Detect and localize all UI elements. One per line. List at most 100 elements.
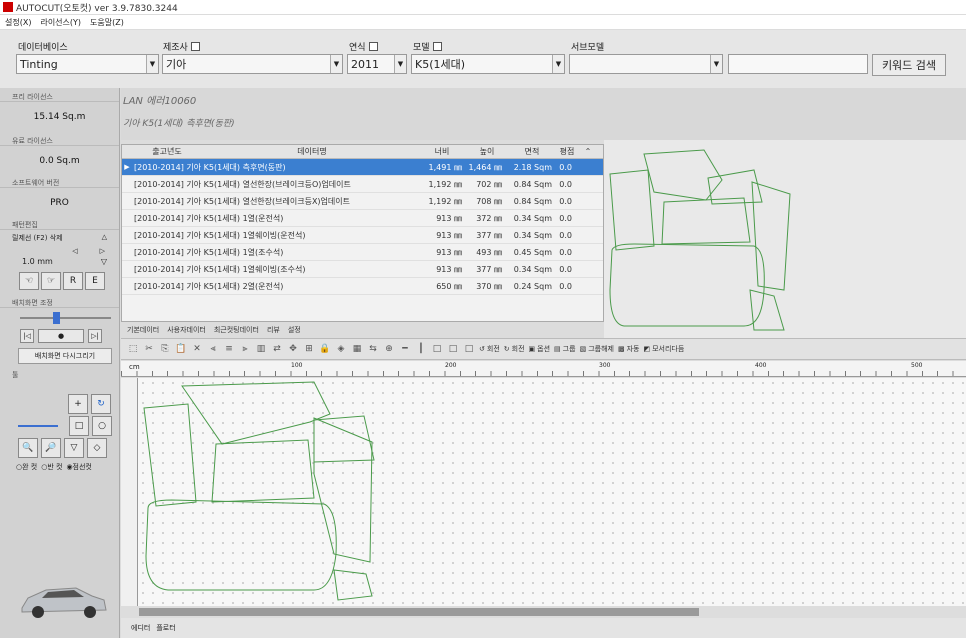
tab-editor[interactable]: 에디터 [131, 623, 150, 633]
square-2-icon[interactable]: □ [447, 343, 459, 355]
col-year[interactable]: 출고년도 [132, 145, 202, 158]
lock-icon[interactable]: 🔒 [319, 343, 331, 355]
database-select[interactable]: Tinting ▼ [16, 54, 159, 74]
prev-icon[interactable]: |◁ [20, 329, 34, 343]
mirror-left-icon[interactable]: ☜ [19, 272, 39, 290]
mirror-icon[interactable]: ⇆ [367, 343, 379, 355]
arrange-icon[interactable]: ⊞ [303, 343, 315, 355]
tool-row-1: + ↻ [0, 380, 119, 414]
model-select[interactable]: K5(1세대) ▼ [411, 54, 565, 74]
rotate-r-button[interactable]: R [63, 272, 83, 290]
group-button[interactable]: ▤ 그룹 [554, 344, 576, 354]
year-select[interactable]: 2011 ▼ [347, 54, 407, 74]
table-row[interactable]: [2010-2014] 기아 K5(1세대) 1열쉐이빙(운전석) 913 ㎜ 37… [122, 227, 603, 244]
next-icon[interactable]: ▷| [88, 329, 102, 343]
rotate-cw-button[interactable]: ↻ 회전 [504, 344, 525, 354]
align-right-icon[interactable]: ⫸ [239, 343, 251, 355]
square-1-icon[interactable]: □ [431, 343, 443, 355]
col-height[interactable]: 높이 [462, 145, 512, 158]
rectangle-icon[interactable]: □ [69, 416, 89, 436]
menu-help[interactable]: 도움말(Z) [90, 17, 124, 28]
refresh-icon[interactable]: ↻ [91, 394, 111, 414]
year-checkbox[interactable] [368, 42, 378, 51]
paste-icon[interactable]: 📋 [175, 343, 187, 355]
align-left-icon[interactable]: ⫷ [207, 343, 219, 355]
rotate-ccw-button[interactable]: ↺ 회전 [479, 344, 500, 354]
editor-canvas[interactable] [138, 378, 966, 618]
line-icon[interactable]: ━ [399, 343, 411, 355]
col-width[interactable]: 너비 [422, 145, 462, 158]
tab-plotter[interactable]: 플로터 [156, 623, 175, 633]
redraw-layout-button[interactable]: 배치화면 다시그리기 [18, 348, 112, 364]
distribute-icon[interactable]: ▥ [255, 343, 267, 355]
circle-icon[interactable]: ○ [92, 416, 112, 436]
move-icon[interactable]: ✥ [287, 343, 299, 355]
layout-slider[interactable] [20, 311, 111, 325]
table-row[interactable]: [2010-2014] 기아 K5(1세대) 1열(조수석) 913 ㎜ 493 ㎜… [122, 244, 603, 261]
slider-thumb[interactable] [53, 312, 60, 324]
col-rating[interactable]: 평점 [552, 145, 582, 158]
table-row[interactable]: [2010-2014] 기아 K5(1세대) 열선한장(브레이크등X)업데이트 1… [122, 193, 603, 210]
cut-icon[interactable]: ✂ [143, 343, 155, 355]
keyword-input[interactable] [728, 54, 868, 74]
menu-license[interactable]: 라이선스(Y) [40, 17, 81, 28]
table-row[interactable]: [2010-2014] 기아 K5(1세대) 1열쉐이빙(조수석) 913 ㎜ 37… [122, 261, 603, 278]
tab-basic-data[interactable]: 기본데이터 [127, 325, 159, 335]
stop-icon[interactable]: ● [38, 329, 84, 343]
radio-full-cut[interactable]: ○완 컷 [16, 462, 37, 472]
offset-value[interactable]: 1.0 mm [22, 257, 53, 266]
auto-button[interactable]: ▩ 자동 [618, 344, 640, 354]
copy-icon[interactable]: ⎘ [159, 343, 171, 355]
submodel-select[interactable]: ▼ [569, 54, 723, 74]
arrow-left-icon[interactable]: ◁ [72, 247, 77, 255]
pattern-preview [604, 140, 966, 338]
radio-dotted-cut[interactable]: ◉점선컷 [66, 462, 91, 472]
keyword-search-button[interactable]: 키워드 검색 [872, 54, 946, 76]
col-name[interactable]: 데이터명 [202, 145, 422, 158]
cell-height: 1,464 ㎜ [468, 162, 502, 172]
align-center-icon[interactable]: ≡ [223, 343, 235, 355]
arrow-up-icon[interactable]: △ [102, 233, 107, 243]
crosshair-icon[interactable]: + [68, 394, 88, 414]
maker-checkbox[interactable] [190, 42, 200, 51]
zoom-out-icon[interactable]: 🔎 [41, 438, 61, 458]
table-row[interactable]: [2010-2014] 기아 K5(1세대) 1열(운전석) 913 ㎜ 372 ㎜… [122, 210, 603, 227]
tab-recent-cutting[interactable]: 최근컷팅데이터 [214, 325, 259, 335]
mirror-right-icon[interactable]: ☞ [41, 272, 61, 290]
vertical-line-icon[interactable]: ┃ [415, 343, 427, 355]
freeform-icon[interactable]: ◇ [87, 438, 107, 458]
scrollbar-thumb[interactable] [139, 608, 699, 616]
tab-review[interactable]: 리뷰 [267, 325, 280, 335]
square-3-icon[interactable]: □ [463, 343, 475, 355]
maker-select[interactable]: 기아 ▼ [162, 54, 343, 74]
select-icon[interactable]: ⬚ [127, 343, 139, 355]
tab-user-data[interactable]: 사용자데이터 [167, 325, 206, 335]
app-logo-icon [3, 2, 13, 12]
arrow-right-icon[interactable]: ▷ [100, 247, 105, 255]
zoom-slider[interactable] [18, 425, 58, 427]
grid-icon[interactable]: ▦ [351, 343, 363, 355]
model-checkbox[interactable] [432, 42, 442, 51]
edit-e-button[interactable]: E [85, 272, 105, 290]
corner-trim-button[interactable]: ◩ 모서리다듬 [643, 344, 684, 354]
layout-adjust-heading: 배치화면 조정 [0, 298, 119, 308]
table-row[interactable]: [2010-2014] 기아 K5(1세대) 열선한장(브레이크등O)업데이트 1… [122, 176, 603, 193]
node-icon[interactable]: ◈ [335, 343, 347, 355]
zoom-in-icon[interactable]: 🔍 [18, 438, 38, 458]
radio-half-cut[interactable]: ○반 컷 [41, 462, 62, 472]
table-row[interactable]: ▶ [2010-2014] 기아 K5(1세대) 측후면(동판) 1,491 ㎜ 1,… [122, 159, 603, 176]
ungroup-button[interactable]: ▧ 그룹해제 [580, 344, 614, 354]
menu-settings[interactable]: 설정(X) [5, 17, 31, 28]
flip-icon[interactable]: ⇄ [271, 343, 283, 355]
horizontal-scrollbar[interactable] [121, 606, 966, 618]
table-row[interactable]: [2010-2014] 기아 K5(1세대) 2열(운전석) 650 ㎜ 370 ㎜… [122, 278, 603, 295]
options-button[interactable]: ▣ 옵션 [529, 344, 551, 354]
delete-icon[interactable]: ✕ [191, 343, 203, 355]
scroll-up-icon[interactable]: ⌃ [582, 145, 594, 158]
shape-icon[interactable]: ▽ [64, 438, 84, 458]
tab-settings[interactable]: 설정 [288, 325, 301, 335]
weld-icon[interactable]: ⊕ [383, 343, 395, 355]
cell-height: 370 ㎜ [476, 281, 502, 291]
col-area[interactable]: 면적 [512, 145, 552, 158]
arrow-down-icon[interactable]: ▽ [101, 257, 107, 266]
